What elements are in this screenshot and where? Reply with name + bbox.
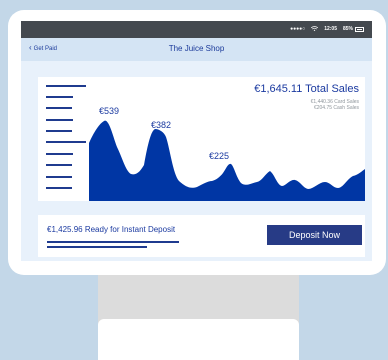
sales-chart: €539 €382 €225 <box>89 106 365 201</box>
page-title: The Juice Shop <box>168 44 225 53</box>
tablet-device: ●●●●○ 12:05 85% ‹ Get Paid The Juice Sho… <box>8 10 386 275</box>
cash-sales: €204.75 Cash Sales <box>313 105 359 111</box>
chart-annotation: €382 <box>151 120 171 130</box>
instant-deposit-amount: €1,425.96 Ready for Instant Deposit <box>47 225 176 234</box>
sales-breakdown: €1,440.36 Card Sales €204.75 Cash Sales <box>311 99 359 111</box>
deposit-card: €1,425.96 Ready for Instant Deposit Depo… <box>38 215 365 257</box>
battery-indicator: 85% <box>343 26 364 32</box>
wifi-icon <box>311 26 319 32</box>
deposit-line <box>47 241 179 243</box>
device-screen: ●●●●○ 12:05 85% ‹ Get Paid The Juice Sho… <box>21 21 372 261</box>
status-time: 12:05 <box>324 26 337 32</box>
battery-percent: 85% <box>342 26 353 32</box>
signal-strength-icon: ●●●●○ <box>290 26 306 32</box>
nav-bar: ‹ Get Paid The Juice Shop <box>21 38 372 61</box>
battery-icon <box>355 26 364 32</box>
status-bar: ●●●●○ 12:05 85% <box>21 21 372 38</box>
chart-annotation: €539 <box>99 106 119 116</box>
total-sales: €1,645.11 Total Sales <box>254 83 359 95</box>
chart-annotation: €225 <box>209 151 229 161</box>
deposit-line <box>47 246 147 248</box>
status-indicators: ●●●●○ 12:05 85% <box>290 26 364 32</box>
deposit-now-button[interactable]: Deposit Now <box>267 225 362 245</box>
device-stand-foot <box>98 319 299 360</box>
sales-card: €539 €382 €225 €1,645.11 Total Sales €1,… <box>38 77 365 201</box>
